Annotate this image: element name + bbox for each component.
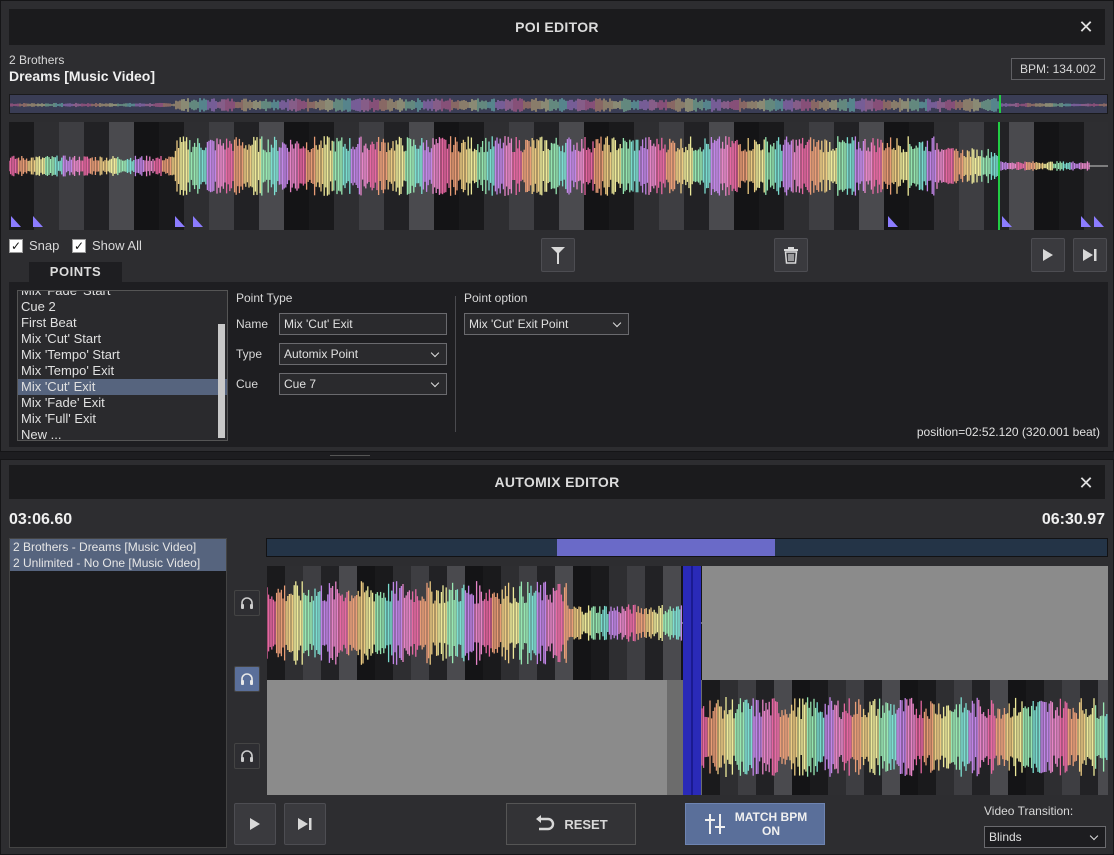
- match-bpm-label: MATCH BPM: [734, 810, 808, 824]
- poi-marker[interactable]: [1094, 216, 1104, 227]
- video-transition-label: Video Transition:: [984, 804, 1074, 818]
- sliders-icon: [704, 814, 725, 834]
- point-option-header: Point option: [464, 291, 528, 305]
- headphones-icon: [241, 597, 253, 609]
- poi-marker[interactable]: [1081, 216, 1091, 227]
- poi-marker[interactable]: [1002, 216, 1012, 227]
- time-right: 06:30.97: [1041, 511, 1105, 528]
- reset-label: RESET: [564, 816, 608, 832]
- automix-editor-title: AUTOMIX EDITOR: [494, 474, 620, 490]
- panel-splitter[interactable]: [0, 452, 1114, 459]
- list-item[interactable]: 2 Unlimited - No One [Music Video]: [10, 555, 226, 571]
- snap-checkbox[interactable]: ✓ Snap: [9, 238, 59, 253]
- poi-marker[interactable]: [11, 216, 21, 227]
- automix-waveform[interactable]: [267, 566, 1108, 795]
- points-list[interactable]: Mix 'Fade' Start Cue 2 First Beat Mix 'C…: [17, 290, 228, 441]
- undo-icon: [536, 815, 555, 831]
- headphones-icon: [241, 673, 253, 685]
- poi-marker[interactable]: [193, 216, 203, 227]
- skip-end-icon: [1083, 249, 1097, 261]
- headphones-button[interactable]: [234, 590, 260, 616]
- track-title: Dreams [Music Video]: [9, 68, 156, 84]
- cue-select[interactable]: Cue 7: [279, 373, 447, 395]
- name-field[interactable]: Mix 'Cut' Exit: [279, 313, 447, 335]
- snap-check-icon[interactable]: ✓: [9, 238, 23, 253]
- automix-track-list[interactable]: 2 Brothers - Dreams [Music Video] 2 Unli…: [9, 538, 227, 848]
- list-item[interactable]: Mix 'Full' Exit: [18, 411, 227, 427]
- automix-editor-panel: AUTOMIX EDITOR ✕ 03:06.60 06:30.97 2 Bro…: [0, 459, 1114, 855]
- poi-waveform[interactable]: [9, 122, 1108, 230]
- match-bpm-button[interactable]: MATCH BPM ON: [685, 803, 825, 845]
- mix-range-fill[interactable]: [556, 539, 776, 556]
- snap-label: Snap: [29, 238, 60, 253]
- cue-label: Cue: [236, 377, 259, 391]
- automix-editor-titlebar: AUTOMIX EDITOR ✕: [9, 465, 1105, 499]
- list-item[interactable]: Mix 'Cut' Start: [18, 331, 227, 347]
- divider: [455, 296, 456, 432]
- skip-end-button[interactable]: [284, 803, 326, 845]
- delete-point-button[interactable]: [774, 238, 808, 272]
- add-marker-button[interactable]: [541, 238, 575, 272]
- bpm-display: BPM: 134.002: [1010, 58, 1105, 80]
- play-button[interactable]: [234, 803, 276, 845]
- list-item[interactable]: 2 Brothers - Dreams [Music Video]: [10, 539, 226, 555]
- points-area: Mix 'Fade' Start Cue 2 First Beat Mix 'C…: [9, 282, 1108, 447]
- close-icon[interactable]: ✕: [1075, 16, 1097, 38]
- track-artist: 2 Brothers: [9, 53, 65, 67]
- list-item-selected[interactable]: Mix 'Cut' Exit: [18, 379, 227, 395]
- play-button[interactable]: [1031, 238, 1065, 272]
- position-readout: position=02:52.120 (320.001 beat): [916, 425, 1100, 439]
- type-select[interactable]: Automix Point: [279, 343, 447, 365]
- list-item[interactable]: Mix 'Fade' Start: [18, 291, 227, 299]
- headphones-icon: [241, 750, 253, 762]
- reset-button[interactable]: RESET: [506, 803, 636, 845]
- play-icon: [1043, 249, 1053, 261]
- show-all-label: Show All: [92, 238, 142, 253]
- headphones-button-active[interactable]: [234, 666, 260, 692]
- poi-editor-panel: POI EDITOR ✕ 2 Brothers Dreams [Music Vi…: [0, 0, 1114, 452]
- poi-marker[interactable]: [175, 216, 185, 227]
- mix-range-bar[interactable]: [266, 538, 1108, 557]
- type-label: Type: [236, 347, 263, 361]
- poi-marker[interactable]: [33, 216, 43, 227]
- tab-points[interactable]: POINTS: [29, 262, 122, 282]
- list-item[interactable]: Cue 2: [18, 299, 227, 315]
- match-bpm-state: ON: [762, 824, 780, 838]
- trash-icon: [784, 247, 798, 264]
- show-all-checkbox[interactable]: ✓ Show All: [72, 238, 142, 253]
- marker-icon: [551, 247, 565, 264]
- time-left: 03:06.60: [9, 511, 73, 528]
- list-item-new[interactable]: New ...: [18, 427, 227, 440]
- point-type-header: Point Type: [236, 291, 293, 305]
- poi-editor-titlebar: POI EDITOR ✕: [9, 9, 1105, 45]
- close-icon[interactable]: ✕: [1075, 472, 1097, 494]
- name-label: Name: [236, 317, 269, 331]
- poi-editor-title: POI EDITOR: [515, 19, 599, 35]
- list-item[interactable]: Mix 'Tempo' Start: [18, 347, 227, 363]
- skip-end-icon: [298, 818, 312, 830]
- poi-marker[interactable]: [888, 216, 898, 227]
- headphones-button[interactable]: [234, 743, 260, 769]
- point-option-select[interactable]: Mix 'Cut' Exit Point: [464, 313, 629, 335]
- video-transition-select[interactable]: Blinds: [984, 826, 1106, 848]
- points-list-scrollbar[interactable]: [218, 324, 225, 438]
- play-icon: [250, 818, 260, 830]
- skip-end-button[interactable]: [1073, 238, 1107, 272]
- track-overview-waveform[interactable]: [9, 94, 1108, 114]
- list-item[interactable]: Mix 'Fade' Exit: [18, 395, 227, 411]
- list-item[interactable]: First Beat: [18, 315, 227, 331]
- list-item[interactable]: Mix 'Tempo' Exit: [18, 363, 227, 379]
- show-all-check-icon[interactable]: ✓: [72, 238, 86, 253]
